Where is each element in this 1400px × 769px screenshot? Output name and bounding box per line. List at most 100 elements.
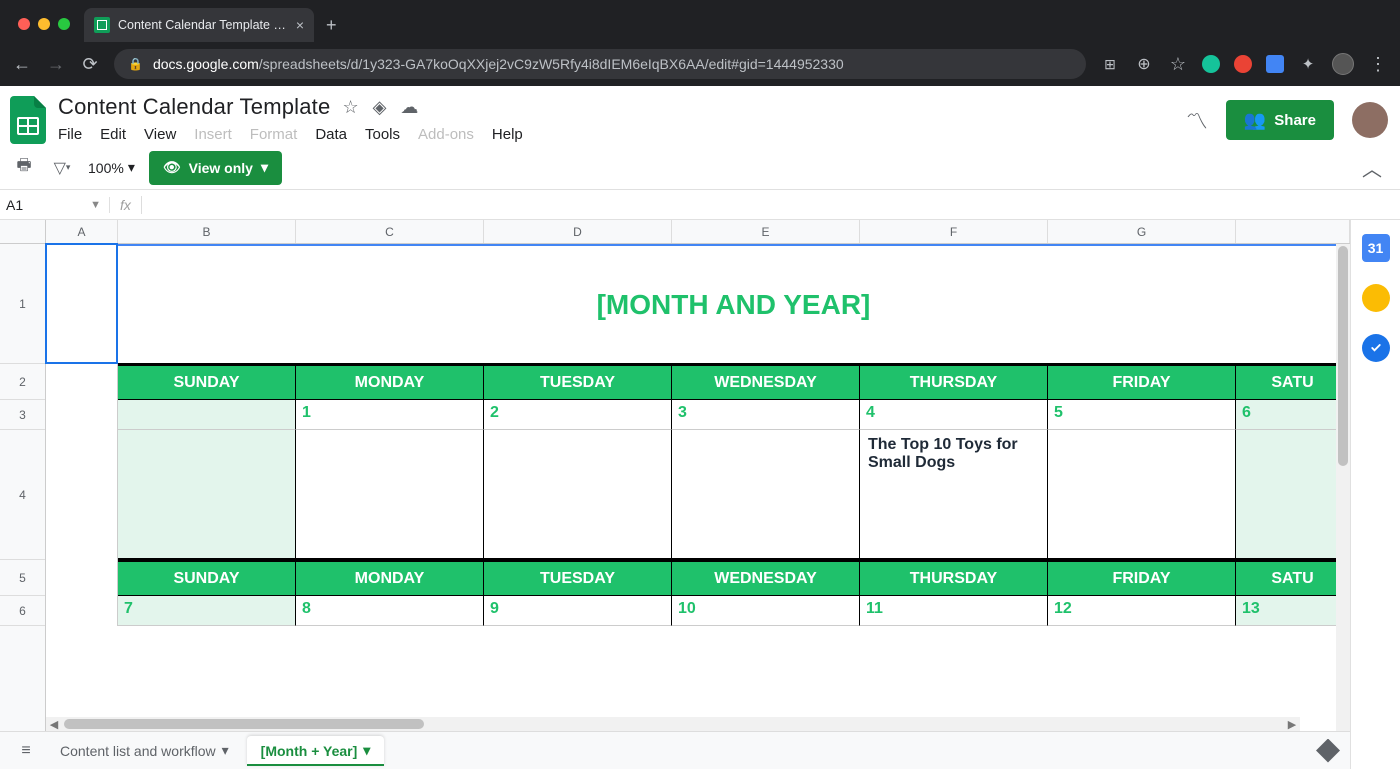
date-cell[interactable]: 13 bbox=[1236, 596, 1350, 626]
day-header[interactable]: WEDNESDAY bbox=[672, 364, 860, 400]
col-header-b[interactable]: B bbox=[118, 220, 296, 243]
horizontal-scrollbar[interactable]: ◀ ▶ bbox=[46, 717, 1300, 731]
content-cell[interactable] bbox=[1236, 430, 1350, 560]
day-header[interactable]: FRIDAY bbox=[1048, 560, 1236, 596]
menu-insert[interactable]: Insert bbox=[194, 126, 232, 143]
activity-icon[interactable]: 〽 bbox=[1186, 104, 1208, 136]
col-header-a[interactable]: A bbox=[46, 220, 118, 243]
menu-addons[interactable]: Add-ons bbox=[418, 126, 474, 143]
row-header-6[interactable]: 6 bbox=[0, 596, 45, 626]
scrollbar-thumb[interactable] bbox=[64, 719, 424, 729]
browser-profile-avatar[interactable] bbox=[1332, 53, 1354, 75]
content-cell[interactable] bbox=[672, 430, 860, 560]
day-header[interactable]: SATU bbox=[1236, 560, 1350, 596]
scroll-right-icon[interactable]: ▶ bbox=[1284, 718, 1300, 731]
col-a-blank[interactable] bbox=[46, 244, 118, 626]
menu-file[interactable]: File bbox=[58, 126, 82, 143]
tasks-addon-icon[interactable] bbox=[1362, 334, 1390, 362]
star-icon[interactable]: ☆ bbox=[342, 97, 358, 118]
extensions-puzzle-icon[interactable]: ✦ bbox=[1298, 54, 1318, 74]
explore-icon[interactable] bbox=[1316, 739, 1340, 763]
translate-icon[interactable]: ⊞ bbox=[1100, 54, 1120, 74]
keep-addon-icon[interactable] bbox=[1362, 284, 1390, 312]
back-button[interactable]: ← bbox=[12, 54, 32, 74]
close-window-button[interactable] bbox=[18, 18, 30, 30]
date-cell[interactable]: 4 bbox=[860, 400, 1048, 430]
scroll-left-icon[interactable]: ◀ bbox=[46, 718, 62, 731]
row-header-3[interactable]: 3 bbox=[0, 400, 45, 430]
row-header-4[interactable]: 4 bbox=[0, 430, 45, 560]
col-header-h[interactable] bbox=[1236, 220, 1350, 243]
day-header[interactable]: MONDAY bbox=[296, 364, 484, 400]
day-header[interactable]: THURSDAY bbox=[860, 364, 1048, 400]
document-title[interactable]: Content Calendar Template bbox=[58, 94, 330, 120]
account-avatar[interactable] bbox=[1352, 102, 1388, 138]
row-header-5[interactable]: 5 bbox=[0, 560, 45, 596]
col-header-f[interactable]: F bbox=[860, 220, 1048, 243]
day-header[interactable]: FRIDAY bbox=[1048, 364, 1236, 400]
calendar-title-cell[interactable]: [MONTH AND YEAR] bbox=[118, 244, 1350, 364]
menu-tools[interactable]: Tools bbox=[365, 126, 400, 143]
date-cell[interactable]: 11 bbox=[860, 596, 1048, 626]
share-button[interactable]: 👥 Share bbox=[1226, 100, 1334, 140]
name-box[interactable]: A1▼ bbox=[0, 197, 110, 213]
row-header-1[interactable]: 1 bbox=[0, 244, 45, 364]
new-tab-button[interactable]: + bbox=[314, 15, 349, 42]
browser-menu-icon[interactable]: ⋮ bbox=[1368, 54, 1388, 74]
select-all-corner[interactable] bbox=[0, 220, 46, 243]
day-header[interactable]: MONDAY bbox=[296, 560, 484, 596]
forward-button[interactable]: → bbox=[46, 54, 66, 74]
content-cell[interactable] bbox=[1048, 430, 1236, 560]
col-header-e[interactable]: E bbox=[672, 220, 860, 243]
browser-tab[interactable]: Content Calendar Template - G × bbox=[84, 8, 314, 42]
day-header[interactable]: SATU bbox=[1236, 364, 1350, 400]
content-cell[interactable] bbox=[296, 430, 484, 560]
menu-data[interactable]: Data bbox=[315, 126, 347, 143]
col-header-d[interactable]: D bbox=[484, 220, 672, 243]
date-cell[interactable]: 3 bbox=[672, 400, 860, 430]
cloud-status-icon[interactable]: ☁ bbox=[400, 97, 418, 118]
content-cell[interactable] bbox=[118, 430, 296, 560]
bookmark-icon[interactable]: ☆ bbox=[1168, 54, 1188, 74]
extension-sheets-icon[interactable] bbox=[1266, 55, 1284, 73]
collapse-toolbar-icon[interactable]: ︿ bbox=[1362, 153, 1388, 182]
sheet-tab-content-list[interactable]: Content list and workflow ▾ bbox=[46, 736, 243, 766]
day-header[interactable]: TUESDAY bbox=[484, 364, 672, 400]
menu-format[interactable]: Format bbox=[250, 126, 298, 143]
sheets-logo-icon[interactable] bbox=[8, 94, 48, 146]
view-only-badge[interactable]: 👁 View only ▾ bbox=[149, 151, 282, 185]
print-icon[interactable]: 🖶 bbox=[12, 156, 36, 180]
day-header[interactable]: SUNDAY bbox=[118, 560, 296, 596]
day-header[interactable]: SUNDAY bbox=[118, 364, 296, 400]
date-cell[interactable]: 8 bbox=[296, 596, 484, 626]
day-header[interactable]: WEDNESDAY bbox=[672, 560, 860, 596]
maximize-window-button[interactable] bbox=[58, 18, 70, 30]
menu-edit[interactable]: Edit bbox=[100, 126, 126, 143]
date-cell[interactable]: 10 bbox=[672, 596, 860, 626]
col-header-g[interactable]: G bbox=[1048, 220, 1236, 243]
row-header-2[interactable]: 2 bbox=[0, 364, 45, 400]
extension-red-icon[interactable] bbox=[1234, 55, 1252, 73]
spreadsheet-grid[interactable]: A B C D E F G 1 2 3 4 5 6 bbox=[0, 220, 1350, 769]
date-cell[interactable]: 7 bbox=[118, 596, 296, 626]
vertical-scrollbar[interactable] bbox=[1336, 244, 1350, 769]
date-cell[interactable]: 5 bbox=[1048, 400, 1236, 430]
col-header-c[interactable]: C bbox=[296, 220, 484, 243]
reload-button[interactable]: ⟳ bbox=[80, 54, 100, 74]
minimize-window-button[interactable] bbox=[38, 18, 50, 30]
menu-view[interactable]: View bbox=[144, 126, 176, 143]
date-cell[interactable]: 12 bbox=[1048, 596, 1236, 626]
zoom-selector[interactable]: 100% ▾ bbox=[88, 159, 135, 176]
date-cell[interactable]: 2 bbox=[484, 400, 672, 430]
content-cell[interactable]: The Top 10 Toys for Small Dogs bbox=[860, 430, 1048, 560]
date-cell[interactable]: 9 bbox=[484, 596, 672, 626]
zoom-icon[interactable]: ⊕ bbox=[1134, 54, 1154, 74]
content-cell[interactable] bbox=[484, 430, 672, 560]
date-cell[interactable] bbox=[118, 400, 296, 430]
menu-help[interactable]: Help bbox=[492, 126, 523, 143]
extension-grammarly-icon[interactable] bbox=[1202, 55, 1220, 73]
address-bar[interactable]: 🔒 docs.google.com/spreadsheets/d/1y323-G… bbox=[114, 49, 1086, 79]
day-header[interactable]: THURSDAY bbox=[860, 560, 1048, 596]
all-sheets-icon[interactable]: ≡ bbox=[10, 737, 42, 765]
calendar-addon-icon[interactable]: 31 bbox=[1362, 234, 1390, 262]
